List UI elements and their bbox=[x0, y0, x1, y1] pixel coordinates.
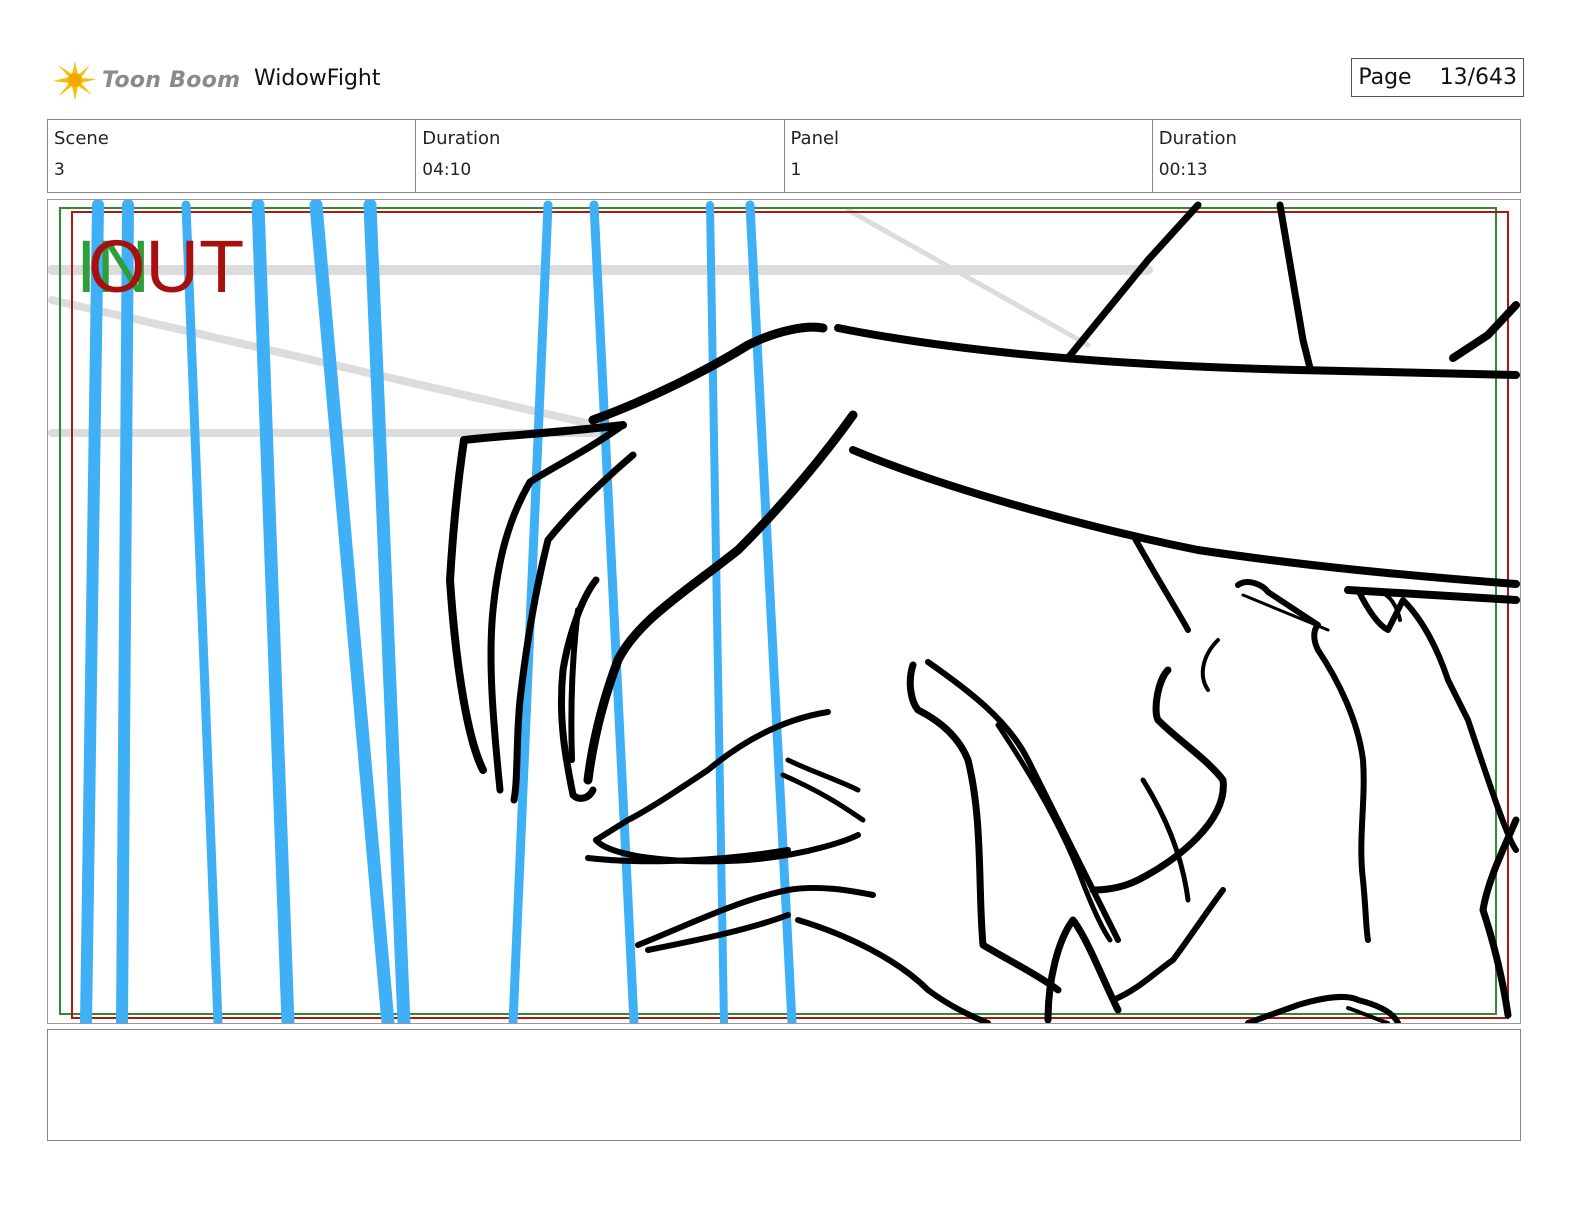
page-indicator: Page 13/643 bbox=[1351, 58, 1524, 97]
project-title: WidowFight bbox=[254, 66, 381, 91]
panel-cell: Panel 1 bbox=[785, 120, 1153, 192]
panel-info-table: Scene 3 Duration 04:10 Panel 1 Duration … bbox=[47, 119, 1521, 193]
toon-boom-logo: Toon Boom bbox=[50, 54, 240, 106]
panel-duration-value: 00:13 bbox=[1158, 160, 1208, 180]
logo-text: Toon Boom bbox=[102, 67, 241, 93]
caption-box bbox=[47, 1029, 1521, 1141]
page-label: Page bbox=[1358, 65, 1412, 90]
scene-value: 3 bbox=[54, 160, 65, 180]
blue-strokes bbox=[80, 200, 797, 1023]
panel-value: 1 bbox=[790, 160, 802, 180]
panel-duration-cell: Duration 00:13 bbox=[1153, 120, 1520, 192]
scene-cell: Scene 3 bbox=[48, 120, 417, 192]
page-header: Toon Boom WidowFight Page 13/643 bbox=[50, 52, 1524, 108]
starburst-icon bbox=[53, 61, 97, 101]
scene-duration-value: 04:10 bbox=[422, 160, 472, 180]
panel-sketch bbox=[48, 200, 1520, 1023]
scene-duration-label: Duration bbox=[422, 128, 501, 149]
out-marker: OUT bbox=[88, 225, 245, 308]
panel-duration-label: Duration bbox=[1158, 128, 1237, 149]
scene-duration-cell: Duration 04:10 bbox=[416, 120, 785, 192]
scene-label: Scene bbox=[54, 128, 109, 149]
page-number: 13/643 bbox=[1439, 65, 1517, 90]
storyboard-panel: IN OUT bbox=[47, 199, 1521, 1024]
panel-label: Panel bbox=[790, 128, 840, 149]
